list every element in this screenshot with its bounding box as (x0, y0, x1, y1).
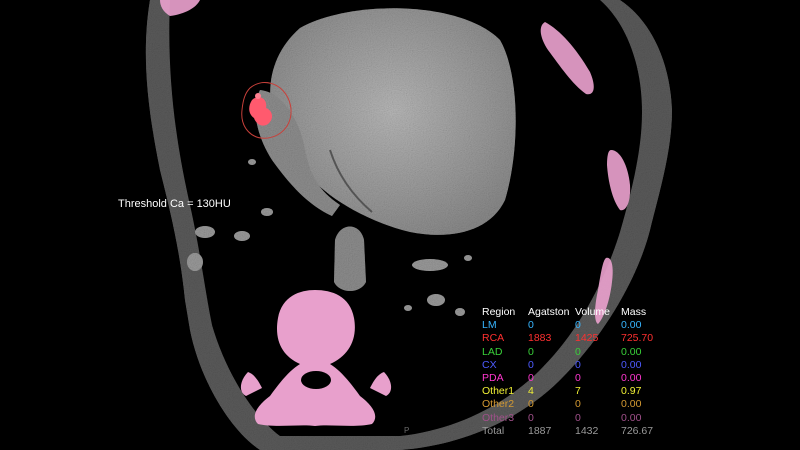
table-row: CX 0 0 0.00 (482, 359, 661, 372)
threshold-label: Threshold Ca = 130HU (118, 198, 231, 210)
table-row: PDA 0 0 0.00 (482, 372, 661, 385)
agatston-cell: 1883 (528, 332, 552, 345)
agatston-cell: 0 (528, 345, 534, 358)
table-row: Other1 4 7 0.97 (482, 385, 661, 398)
table-row: Other3 0 0 0.00 (482, 412, 661, 425)
score-table-body: LM 0 0 0.00 RCA 1883 1425 725.70 LAD 0 0… (482, 319, 661, 438)
mass-cell: 0.00 (621, 411, 642, 424)
mass-cell: 0.00 (621, 358, 642, 371)
table-row: LM 0 0 0.00 (482, 319, 661, 332)
volume-cell: 7 (575, 385, 581, 398)
mass-cell: 726.67 (621, 424, 654, 437)
volume-cell: 0 (575, 398, 581, 411)
calcium-score-table: Region Agatston Volume Mass LM 0 0 0.00 … (482, 306, 661, 438)
agatston-cell: 0 (528, 358, 534, 371)
region-cell: LAD (482, 345, 503, 358)
region-cell: PDA (482, 372, 504, 385)
mass-cell: 0.00 (621, 319, 642, 332)
region-cell: Total (482, 424, 505, 437)
header-agatston: Agatston (528, 306, 570, 318)
mass-cell: 0.00 (621, 398, 642, 411)
table-row: LAD 0 0 0.00 (482, 346, 661, 359)
table-header-row: Region Agatston Volume Mass (482, 306, 661, 319)
ct-scan-image (0, 0, 800, 450)
region-cell: Other1 (482, 385, 515, 398)
agatston-cell: 0 (528, 398, 534, 411)
table-row: RCA 1883 1425 725.70 (482, 332, 661, 345)
volume-cell: 1425 (575, 332, 599, 345)
header-volume: Volume (575, 306, 611, 318)
table-row: Other2 0 0 0.00 (482, 398, 661, 411)
region-cell: CX (482, 358, 497, 371)
agatston-cell: 0 (528, 411, 534, 424)
header-region: Region (482, 306, 516, 318)
agatston-cell: 0 (528, 372, 534, 385)
volume-cell: 0 (575, 372, 581, 385)
volume-cell: 1432 (575, 424, 599, 437)
table-row-total: Total 1887 1432 726.67 (482, 425, 661, 438)
region-cell: Other3 (482, 411, 515, 424)
volume-cell: 0 (575, 411, 581, 424)
mass-cell: 0.00 (621, 372, 642, 385)
region-cell: Other2 (482, 398, 515, 411)
mass-cell: 725.70 (621, 332, 654, 345)
volume-cell: 0 (575, 345, 581, 358)
mass-cell: 0.00 (621, 345, 642, 358)
agatston-cell: 1887 (528, 424, 552, 437)
volume-cell: 0 (575, 358, 581, 371)
agatston-cell: 4 (528, 385, 534, 398)
orientation-marker: P (404, 426, 410, 435)
region-cell: LM (482, 319, 497, 332)
descending-aorta (334, 226, 366, 291)
region-cell: RCA (482, 332, 505, 345)
agatston-cell: 0 (528, 319, 534, 332)
header-mass: Mass (621, 306, 647, 318)
mass-cell: 0.97 (621, 385, 642, 398)
volume-cell: 0 (575, 319, 581, 332)
